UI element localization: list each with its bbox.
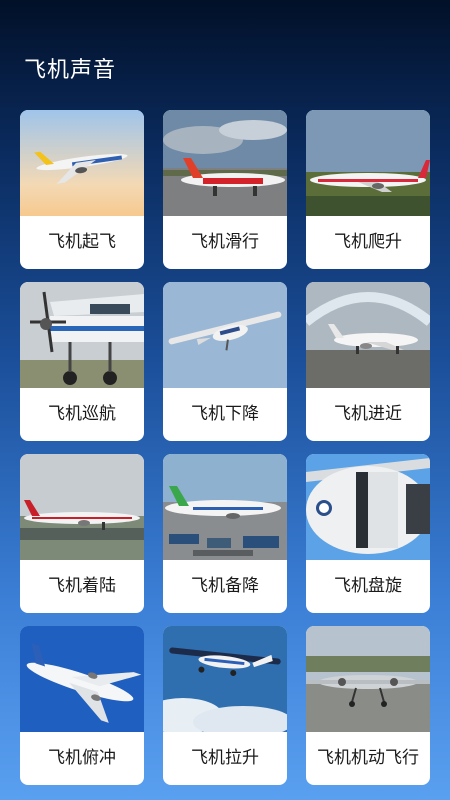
sound-label: 飞机进近 <box>334 404 402 424</box>
sound-card-approach[interactable]: 飞机进近 <box>306 282 430 441</box>
sound-card-taxi[interactable]: 飞机滑行 <box>163 110 287 269</box>
sound-card-holding[interactable]: 飞机盘旋 <box>306 454 430 613</box>
sound-label: 飞机起飞 <box>48 232 116 252</box>
climb-image <box>306 110 430 216</box>
sound-label: 飞机机动飞行 <box>317 748 419 768</box>
takeoff-image <box>20 110 144 216</box>
sound-label: 飞机巡航 <box>48 404 116 424</box>
sound-label: 飞机备降 <box>191 576 259 596</box>
sound-label: 飞机着陆 <box>48 576 116 596</box>
taxi-image <box>163 110 287 216</box>
page-title: 飞机声音 <box>24 58 117 83</box>
sound-card-cruise[interactable]: 飞机巡航 <box>20 282 144 441</box>
sound-card-takeoff[interactable]: 飞机起飞 <box>20 110 144 269</box>
diversion-image <box>163 454 287 560</box>
landing-image <box>20 454 144 560</box>
sound-card-landing[interactable]: 飞机着陆 <box>20 454 144 613</box>
sound-card-diversion[interactable]: 飞机备降 <box>163 454 287 613</box>
sound-card-dive[interactable]: 飞机俯冲 <box>20 626 144 785</box>
sound-grid: 飞机起飞 飞机滑行 飞机爬升 飞机巡航 飞机下降 飞机进近 飞机着陆 飞机备降 … <box>20 110 430 785</box>
dive-image <box>20 626 144 732</box>
sound-card-descent[interactable]: 飞机下降 <box>163 282 287 441</box>
sound-label: 飞机俯冲 <box>48 748 116 768</box>
sound-card-maneuver[interactable]: 飞机机动飞行 <box>306 626 430 785</box>
sound-label: 飞机下降 <box>191 404 259 424</box>
pullup-image <box>163 626 287 732</box>
cruise-image <box>20 282 144 388</box>
holding-image <box>306 454 430 560</box>
approach-image <box>306 282 430 388</box>
maneuver-image <box>306 626 430 732</box>
descent-image <box>163 282 287 388</box>
sound-label: 飞机盘旋 <box>334 576 402 596</box>
sound-label: 飞机滑行 <box>191 232 259 252</box>
sound-label: 飞机爬升 <box>334 232 402 252</box>
sound-label: 飞机拉升 <box>191 748 259 768</box>
sound-card-climb[interactable]: 飞机爬升 <box>306 110 430 269</box>
sound-card-pullup[interactable]: 飞机拉升 <box>163 626 287 785</box>
